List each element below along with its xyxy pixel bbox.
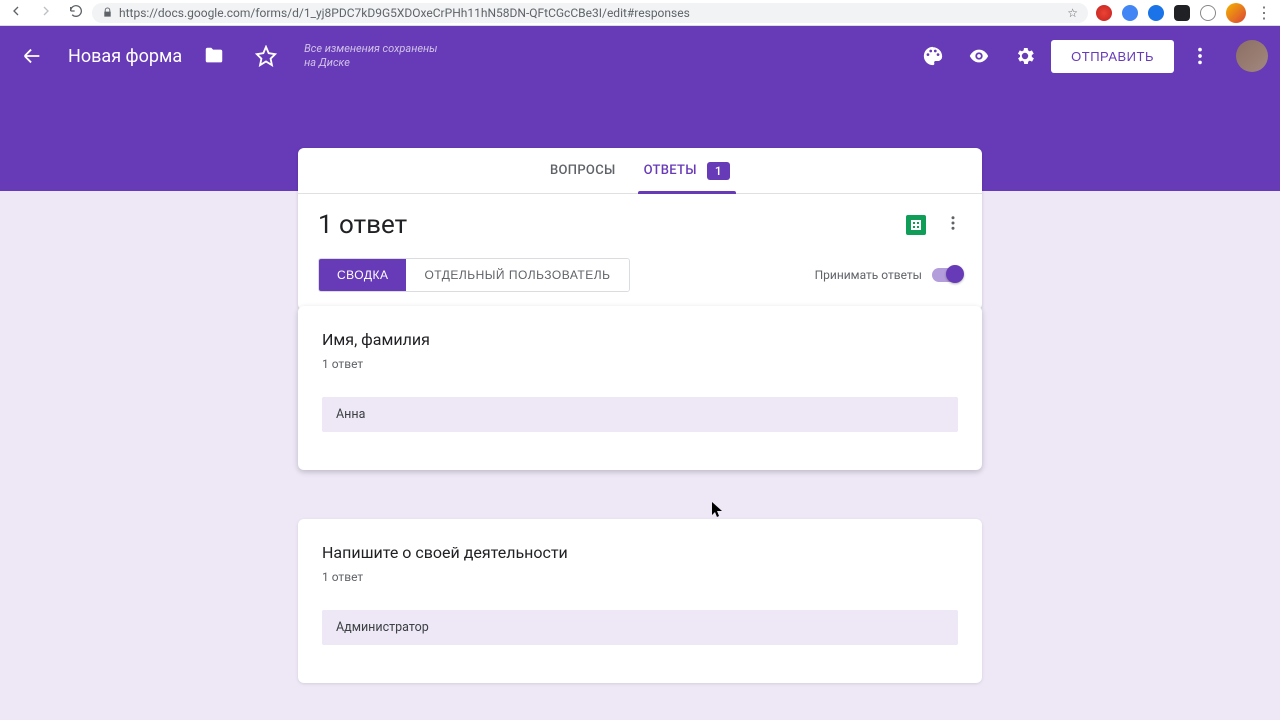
extension-icon[interactable]: [1174, 5, 1190, 21]
extension-icon[interactable]: [1200, 5, 1216, 21]
more-menu-icon[interactable]: [1180, 36, 1220, 76]
responses-more-icon[interactable]: [944, 214, 962, 236]
form-title[interactable]: Новая форма: [68, 46, 182, 67]
responses-count-title: 1 ответ: [318, 210, 906, 240]
user-avatar[interactable]: [1236, 40, 1268, 72]
profile-avatar[interactable]: [1226, 3, 1246, 23]
sheets-icon[interactable]: [906, 215, 926, 235]
back-arrow-icon[interactable]: [12, 36, 52, 76]
question-card: Напишите о своей деятельности 1 ответ Ад…: [298, 519, 982, 683]
save-status: Все изменения сохранены на Диске: [304, 42, 437, 71]
extension-icon[interactable]: [1148, 5, 1164, 21]
extensions-tray: ⋮: [1096, 3, 1272, 23]
question-title: Имя, фамилия: [322, 330, 958, 349]
tab-responses-label: ОТВЕТЫ: [644, 163, 697, 178]
accepting-responses-label: Принимать ответы: [815, 268, 922, 282]
question-card: Имя, фамилия 1 ответ Анна: [298, 306, 982, 470]
browser-chrome: https://docs.google.com/forms/d/1_yj8PDC…: [0, 0, 1280, 26]
preview-icon[interactable]: [959, 36, 999, 76]
send-button[interactable]: ОТПРАВИТЬ: [1051, 40, 1174, 73]
responses-count-badge: 1: [707, 162, 730, 180]
segment-individual-button[interactable]: ОТДЕЛЬНЫЙ ПОЛЬЗОВАТЕЛЬ: [406, 259, 628, 291]
back-icon[interactable]: [8, 3, 24, 23]
bookmark-star-icon[interactable]: ☆: [1067, 6, 1078, 20]
segment-summary-button[interactable]: СВОДКА: [319, 259, 406, 291]
responses-header-card: ВОПРОСЫ ОТВЕТЫ 1 1 ответ СВОДКА ОТДЕЛЬНЫ…: [298, 148, 982, 310]
address-bar[interactable]: https://docs.google.com/forms/d/1_yj8PDC…: [92, 3, 1088, 23]
tab-responses[interactable]: ОТВЕТЫ 1: [644, 148, 730, 193]
extension-icon[interactable]: [1096, 5, 1112, 21]
accepting-responses-toggle[interactable]: [932, 268, 962, 282]
tab-questions[interactable]: ВОПРОСЫ: [550, 148, 616, 193]
response-value: Анна: [322, 397, 958, 432]
url-text: https://docs.google.com/forms/d/1_yj8PDC…: [119, 6, 690, 20]
response-value: Администратор: [322, 610, 958, 645]
reload-icon[interactable]: [68, 3, 84, 23]
extension-icon[interactable]: [1122, 5, 1138, 21]
view-segment: СВОДКА ОТДЕЛЬНЫЙ ПОЛЬЗОВАТЕЛЬ: [318, 258, 630, 292]
lock-icon: [102, 7, 113, 18]
tab-row: ВОПРОСЫ ОТВЕТЫ 1: [298, 148, 982, 194]
tab-questions-label: ВОПРОСЫ: [550, 163, 616, 178]
folder-icon[interactable]: [194, 36, 234, 76]
forward-icon[interactable]: [38, 3, 54, 23]
star-icon[interactable]: [246, 36, 286, 76]
gear-icon[interactable]: [1005, 36, 1045, 76]
question-response-count: 1 ответ: [322, 357, 958, 371]
question-response-count: 1 ответ: [322, 570, 958, 584]
palette-icon[interactable]: [913, 36, 953, 76]
chrome-menu-icon[interactable]: ⋮: [1256, 3, 1272, 22]
question-title: Напишите о своей деятельности: [322, 543, 958, 562]
